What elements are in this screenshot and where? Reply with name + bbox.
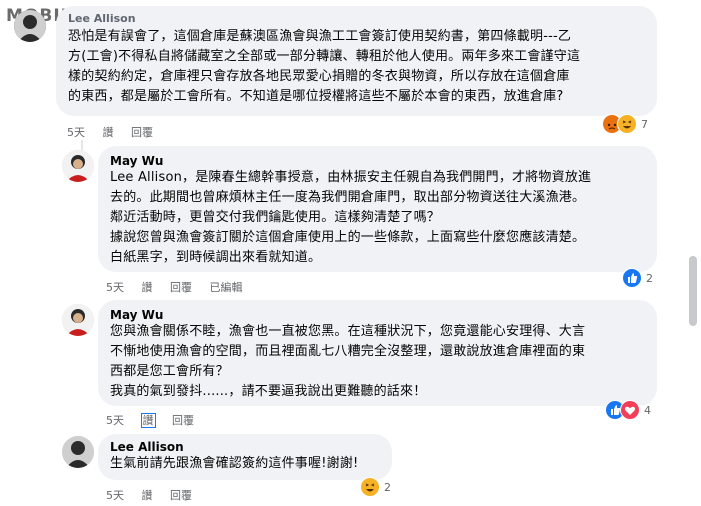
avatar-image: [62, 304, 94, 336]
like-link[interactable]: 讚: [142, 281, 153, 294]
comment-time[interactable]: 5天: [67, 126, 85, 139]
comment-meta: 5天 讚 回覆: [106, 487, 206, 503]
reaction-summary[interactable]: 4: [605, 400, 651, 420]
comment-author[interactable]: May Wu: [110, 308, 645, 322]
haha-icon: [617, 114, 637, 134]
reaction-count: 7: [641, 117, 648, 131]
reply-link[interactable]: 回覆: [170, 281, 192, 294]
scrollbar-thumb[interactable]: [689, 256, 697, 326]
haha-icon: [360, 477, 380, 497]
comment-text-line: 的東西，都是屬於工會所有。不知道是哪位授權將這些不屬於本會的東西，放進倉庫?: [68, 89, 564, 104]
comment-meta: 5天 讚 回覆 已編輯: [106, 279, 257, 295]
comment-bubble: May Wu 您與漁會關係不睦，漁會也一直被您黑。在這種狀況下，您竟還能心安理得…: [98, 300, 657, 406]
comment-text-line: 白紙黑字，到時候調出來看就知道。: [110, 250, 322, 265]
comment-text-line: Lee Allison，是陳春生總幹事授意，由林振安主任親自為我們開門，才將物資…: [110, 170, 592, 185]
reaction-summary[interactable]: 7: [602, 114, 648, 134]
edited-label: 已編輯: [209, 281, 243, 294]
comment-time[interactable]: 5天: [106, 414, 124, 427]
reaction-count: 2: [646, 271, 653, 285]
comment-text-line: 生氣前請先跟漁會確認簽約這件事喔!謝謝!: [110, 456, 359, 471]
comment-text-line: 鄰近活動時，更曾交付我們鑰匙使用。這樣夠清楚了嗎？: [110, 210, 441, 225]
comment-time[interactable]: 5天: [106, 489, 124, 502]
comment-text-line: 恐怕是有誤會了，這個倉庫是蘇澳區漁會與漁工工會簽訂使用契約書，第四條載明---乙: [68, 29, 572, 44]
comment-author[interactable]: May Wu: [110, 154, 645, 168]
avatar-image: [62, 436, 94, 468]
comment-author[interactable]: Lee Allison: [68, 12, 645, 25]
avatar[interactable]: [62, 304, 94, 336]
like-link[interactable]: 讚: [103, 126, 114, 139]
comment-text-line: 去的。此期間也曾麻煩林主任一度為我們開倉庫門，取出部分物資送往大溪漁港。: [110, 190, 586, 205]
avatar[interactable]: [62, 150, 94, 182]
comment-author[interactable]: Lee Allison: [110, 440, 380, 454]
reaction-summary[interactable]: 2: [360, 477, 391, 497]
reply-link[interactable]: 回覆: [170, 489, 192, 502]
like-icon: [622, 268, 642, 288]
comment-text-line: 方(工會)不得私自將儲藏室之全部或一部分轉讓、轉租於他人使用。兩年多來工會謹守這: [68, 49, 581, 64]
comment-bubble: May Wu Lee Allison，是陳春生總幹事授意，由林振安主任親自為我們…: [98, 146, 657, 272]
reaction-count: 4: [644, 403, 651, 417]
reply-link[interactable]: 回覆: [172, 414, 194, 427]
avatar[interactable]: [62, 436, 94, 468]
reaction-count: 2: [384, 480, 391, 494]
avatar[interactable]: [14, 10, 46, 42]
avatar-image: [14, 10, 46, 42]
comment-text-line: 您與漁會關係不睦，漁會也一直被您黑。在這種狀況下，您竟還能心安理得、大言: [110, 324, 586, 339]
comment-bubble: Lee Allison 恐怕是有誤會了，這個倉庫是蘇澳區漁會與漁工工會簽訂使用契…: [56, 6, 657, 116]
reply-link[interactable]: 回覆: [131, 126, 153, 139]
like-link[interactable]: 讚: [140, 413, 156, 428]
reaction-summary[interactable]: 2: [622, 268, 653, 288]
comment-bubble: Lee Allison 生氣前請先跟漁會確認簽約這件事喔!謝謝!: [98, 434, 392, 480]
comment-text-line: 不慚地使用漁會的空間，而且裡面亂七八糟完全沒整理，還敢說放進倉庫裡面的東: [110, 344, 586, 359]
comment-text-line: 樣的契約約定，倉庫裡只會存放各地民眾愛心捐贈的冬衣與物資，所以存放在這個倉庫: [68, 69, 570, 84]
like-link[interactable]: 讚: [142, 489, 153, 502]
comment-text-line: 據說您曾與漁會簽訂關於這個倉庫使用上的一些條款，上面寫些什麼您應該清楚。: [110, 230, 586, 245]
comment-time[interactable]: 5天: [106, 281, 124, 294]
comment-text-line: 我真的氣到發抖......，請不要逼我說出更難聽的話來！: [110, 384, 427, 399]
comment-text-line: 西都是您工會所有？: [110, 364, 229, 379]
avatar-image: [62, 150, 94, 182]
comment-meta: 5天 讚 回覆: [106, 412, 208, 428]
comment-meta: 5天 讚 回覆: [67, 124, 167, 140]
love-icon: [620, 400, 640, 420]
